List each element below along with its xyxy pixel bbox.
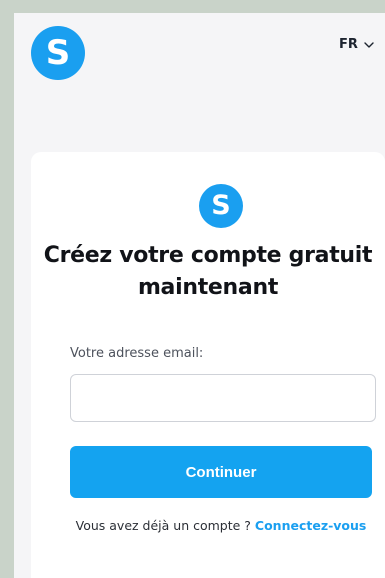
top-bar: S FR bbox=[14, 13, 385, 133]
chevron-down-icon bbox=[364, 41, 374, 48]
signin-prompt: Vous avez déjà un compte ? Connectez-vou… bbox=[71, 515, 371, 537]
signin-prefix: Vous avez déjà un compte ? bbox=[75, 518, 251, 533]
email-field[interactable] bbox=[70, 374, 376, 422]
signup-card: S Créez votre compte gratuit maintenant … bbox=[31, 152, 385, 578]
brand-logo[interactable]: S bbox=[31, 26, 85, 80]
language-selector[interactable]: FR bbox=[339, 37, 374, 52]
signin-link[interactable]: Connectez-vous bbox=[255, 518, 366, 533]
continue-button[interactable]: Continuer bbox=[70, 446, 372, 498]
app-frame: S FR S Créez votre compte gratuit mainte… bbox=[14, 13, 385, 578]
page-title: Créez votre compte gratuit maintenant bbox=[43, 243, 373, 300]
email-label: Votre adresse email: bbox=[70, 346, 204, 361]
card-logo: S bbox=[199, 184, 243, 228]
language-label: FR bbox=[339, 37, 358, 52]
